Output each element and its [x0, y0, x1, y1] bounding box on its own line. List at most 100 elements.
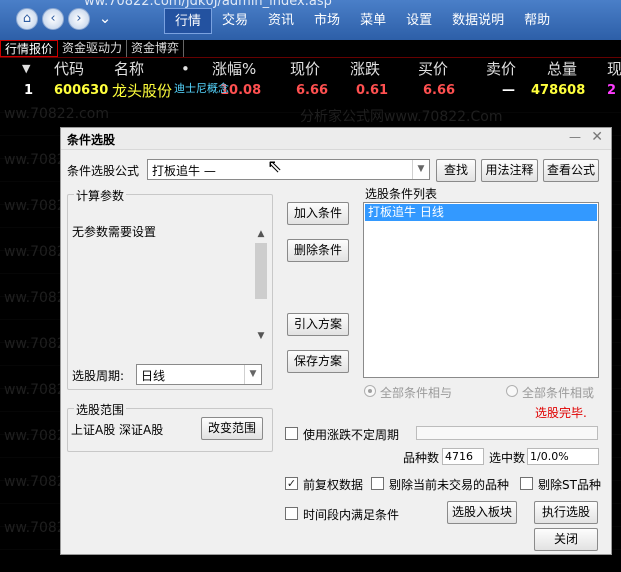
params-text: 无参数需要设置 [72, 225, 157, 239]
params-group-label: 计算参数 [74, 187, 127, 204]
menu-quotes[interactable]: 行情 [164, 8, 213, 34]
row-change: 0.61 [356, 83, 389, 98]
tab-capital-drive[interactable]: 资金驱动力 [58, 40, 128, 57]
row-price: 6.66 [296, 83, 329, 98]
progress-bar [416, 426, 598, 440]
quote-grid-header: ▼ 代码 名称 • 涨幅% 现价 涨跌 买价 卖价 总量 现 [0, 58, 621, 80]
menu-trade[interactable]: 交易 [212, 8, 258, 34]
use-unfixed-period-label: 使用涨跌不定周期 [303, 428, 400, 442]
col-change[interactable]: 涨跌 [350, 58, 380, 80]
menu-menu[interactable]: 菜单 [350, 8, 396, 34]
period-select[interactable]: 日线 ▼ [136, 364, 262, 385]
execute-screening-button[interactable]: 执行选股 [534, 501, 598, 524]
range-group: 选股范围 上证A股 深证A股 改变范围 [67, 401, 273, 452]
minimize-icon[interactable]: — [569, 130, 583, 144]
list-item[interactable]: 打板追牛 日线 [365, 204, 597, 221]
conditions-list[interactable]: 打板追牛 日线 [363, 202, 599, 378]
add-condition-button[interactable]: 加入条件 [287, 202, 349, 225]
formula-label: 条件选股公式 [67, 164, 140, 178]
chevron-down-icon[interactable]: ▼ [244, 365, 261, 384]
conditions-list-label: 选股条件列表 [365, 187, 438, 201]
col-name[interactable]: 名称 [114, 58, 144, 80]
row-index: 1 [24, 83, 34, 98]
concept-tooltip: 迪士尼概念 [174, 82, 229, 95]
chevron-down-icon[interactable]: ▼ [412, 160, 429, 179]
col-code[interactable]: 代码 [54, 58, 84, 80]
to-block-button[interactable]: 选股入板块 [447, 501, 517, 524]
scroll-up-icon[interactable]: ▲ [254, 229, 268, 239]
radio-all-and-label: 全部条件相与 [380, 386, 453, 400]
watermark-text: ww.70822.com [4, 106, 109, 122]
change-range-button[interactable]: 改变范围 [201, 417, 263, 440]
col-price[interactable]: 现价 [290, 58, 320, 80]
mouse-cursor-icon: ⇖ [267, 156, 283, 177]
back-icon[interactable]: ‹ [42, 8, 64, 30]
sort-triangle-icon[interactable]: ▼ [22, 58, 30, 80]
forward-adjust-label: 前复权数据 [303, 478, 364, 492]
count-field: 4716 [442, 448, 484, 465]
menu-settings[interactable]: 设置 [396, 8, 442, 34]
row-name: 龙头股份 [112, 82, 173, 100]
double-chevron-down-icon[interactable]: ⌄ [94, 8, 116, 30]
row-bid: 6.66 [423, 83, 456, 98]
time-range-label: 时间段内满足条件 [303, 508, 400, 522]
exclude-suspended-label: 剔除当前未交易的品种 [389, 478, 510, 492]
menu-help[interactable]: 帮助 [514, 8, 560, 34]
selected-field: 1/0.0% [527, 448, 599, 465]
row-code: 600630 [54, 83, 109, 98]
tab-capital-game[interactable]: 资金博弈 [127, 40, 185, 57]
time-range-checkbox[interactable] [285, 507, 298, 520]
formula-select[interactable]: 打板追牛 — ▼ [147, 159, 430, 180]
period-label: 选股周期: [72, 369, 125, 383]
radio-all-or-label: 全部条件相或 [522, 386, 595, 400]
radio-all-and[interactable] [364, 385, 376, 397]
home-icon[interactable]: ⌂ [16, 8, 38, 30]
close-button[interactable]: 关闭 [534, 528, 598, 551]
col-ask[interactable]: 卖价 [486, 58, 516, 80]
view-formula-button[interactable]: 查看公式 [543, 159, 599, 182]
col-change-pct[interactable]: 涨幅% [212, 58, 256, 80]
scroll-thumb[interactable] [255, 243, 267, 299]
usage-notes-button[interactable]: 用法注释 [481, 159, 538, 182]
params-group: 计算参数 无参数需要设置 ▲ ▼ 选股周期: 日线 ▼ [67, 187, 273, 390]
dialog-title: 条件选股 [67, 133, 116, 147]
row-current: 2 [607, 83, 617, 98]
col-volume[interactable]: 总量 [547, 58, 577, 80]
exclude-st-checkbox[interactable] [520, 477, 533, 490]
quote-subtabs: 行情报价 资金驱动力 资金博弈 [0, 40, 621, 58]
exclude-st-label: 剔除ST品种 [538, 478, 601, 492]
forward-icon[interactable]: › [68, 8, 90, 30]
save-scheme-button[interactable]: 保存方案 [287, 350, 349, 373]
forward-adjust-checkbox[interactable]: ✓ [285, 477, 298, 490]
selected-label: 选中数 [489, 451, 526, 465]
params-scrollbar[interactable]: ▲ ▼ [254, 229, 268, 341]
range-text: 上证A股 深证A股 [71, 423, 164, 437]
formula-select-value: 打板追牛 — [152, 164, 216, 178]
menu-news[interactable]: 资讯 [258, 8, 304, 34]
col-dot[interactable]: • [181, 58, 190, 80]
period-select-value: 日线 [141, 369, 166, 383]
range-group-label: 选股范围 [74, 401, 127, 418]
menu-market[interactable]: 市场 [304, 8, 350, 34]
main-menu: 行情 交易 资讯 市场 菜单 设置 数据说明 帮助 [164, 8, 560, 34]
radio-all-or[interactable] [506, 385, 518, 397]
close-icon[interactable]: ✕ [591, 129, 603, 145]
scroll-down-icon[interactable]: ▼ [254, 331, 268, 341]
exclude-suspended-checkbox[interactable] [371, 477, 384, 490]
find-button[interactable]: 查找 [436, 159, 476, 182]
condition-screening-dialog: 条件选股 — ✕ 条件选股公式 打板追牛 — ▼ 查找 用法注释 查看公式 ⇖ … [60, 127, 612, 555]
delete-condition-button[interactable]: 删除条件 [287, 239, 349, 262]
tab-quotes[interactable]: 行情报价 [0, 40, 59, 57]
count-label: 品种数 [403, 451, 440, 465]
col-bid[interactable]: 买价 [418, 58, 448, 80]
status-text: 选股完毕. [535, 406, 587, 420]
dialog-titlebar[interactable]: 条件选股 — ✕ [61, 128, 611, 150]
import-scheme-button[interactable]: 引入方案 [287, 313, 349, 336]
use-unfixed-period-checkbox[interactable] [285, 427, 298, 440]
table-row[interactable]: 1 600630 龙头股份 10.08 6.66 0.61 6.66 — 478… [0, 80, 621, 102]
col-current[interactable]: 现 [607, 58, 621, 80]
watermark-text: 分析家公式网www.70822.Com [300, 109, 503, 125]
row-volume: 478608 [531, 83, 586, 98]
menu-data-notes[interactable]: 数据说明 [442, 8, 514, 34]
row-ask: — [502, 83, 515, 98]
